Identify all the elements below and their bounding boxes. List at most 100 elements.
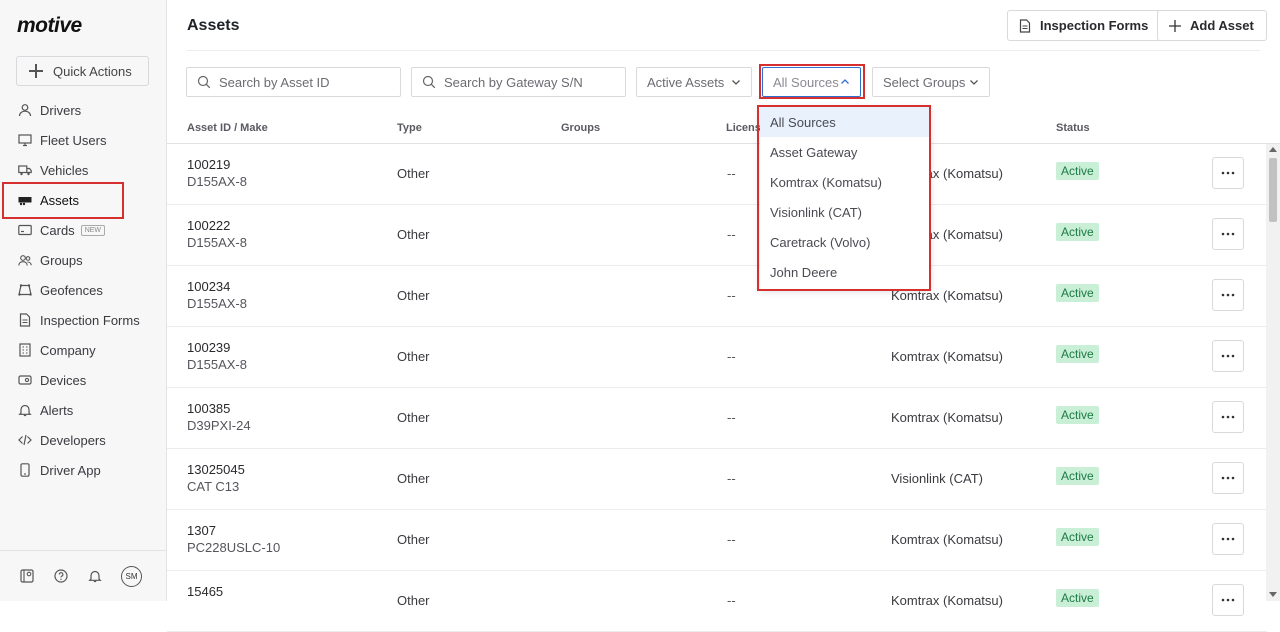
more-options-button[interactable] xyxy=(1212,218,1244,250)
search-icon xyxy=(197,75,211,89)
sidebar-item-label: Geofences xyxy=(40,282,103,298)
asset-id[interactable]: 100234 xyxy=(187,279,230,294)
gateway-search[interactable] xyxy=(411,67,626,97)
table-row[interactable]: 100222 D155AX-8 Other -- Komtrax (Komats… xyxy=(167,205,1267,266)
table-row[interactable]: 100239 D155AX-8 Other -- Komtrax (Komats… xyxy=(167,327,1267,388)
asset-make: D155AX-8 xyxy=(187,296,247,311)
asset-id-input[interactable] xyxy=(219,74,400,90)
status-badge: Active xyxy=(1056,284,1099,302)
status-badge: Active xyxy=(1056,528,1099,546)
status-badge: Active xyxy=(1056,467,1099,485)
sidebar-item-vehicles[interactable]: Vehicles xyxy=(0,155,166,185)
gateway-input[interactable] xyxy=(444,74,625,90)
groups-dropdown[interactable]: Select Groups xyxy=(872,67,990,97)
column-asset[interactable]: Asset ID / Make xyxy=(187,122,268,134)
column-groups[interactable]: Groups xyxy=(561,122,600,134)
table-row[interactable]: 1307 PC228USLC-10 Other -- Komtrax (Koma… xyxy=(167,510,1267,571)
main-content: Assets Inspection Forms Add Asset Active… xyxy=(167,0,1280,632)
notifications-bell-icon[interactable] xyxy=(87,568,103,584)
geofence-icon xyxy=(18,283,32,297)
inspection-forms-button[interactable]: Inspection Forms xyxy=(1007,10,1162,41)
column-license[interactable]: Licens xyxy=(726,122,761,134)
more-options-button[interactable] xyxy=(1212,279,1244,311)
asset-id[interactable]: 100222 xyxy=(187,218,230,233)
map-icon[interactable] xyxy=(19,568,35,584)
ellipsis-icon xyxy=(1221,537,1235,541)
asset-id[interactable]: 100385 xyxy=(187,401,230,416)
motive-logo[interactable]: motive xyxy=(17,14,82,38)
sidebar-item-label: Cards xyxy=(40,222,75,238)
asset-license: -- xyxy=(727,227,736,242)
quick-actions-label: Quick Actions xyxy=(53,63,132,79)
sidebar-item-developers[interactable]: Developers xyxy=(0,425,166,455)
asset-id[interactable]: 1307 xyxy=(187,523,216,538)
asset-type: Other xyxy=(397,288,430,303)
table-row[interactable]: 15465 Other -- Komtrax (Komatsu) Active xyxy=(167,571,1267,632)
scroll-up-arrow-icon[interactable] xyxy=(1269,147,1277,152)
avatar[interactable]: SM xyxy=(121,565,142,587)
more-options-button[interactable] xyxy=(1212,340,1244,372)
asset-source: Komtrax (Komatsu) xyxy=(891,410,1003,425)
card-icon xyxy=(18,223,32,237)
column-status[interactable]: Status xyxy=(1056,122,1090,134)
asset-table-body: 100219 D155AX-8 Other -- Komtrax (Komats… xyxy=(167,144,1267,632)
asset-id-search[interactable] xyxy=(186,67,401,97)
device-icon xyxy=(18,373,32,387)
vertical-scrollbar[interactable] xyxy=(1266,144,1280,601)
user-icon xyxy=(18,103,32,117)
asset-license: -- xyxy=(727,410,736,425)
more-options-button[interactable] xyxy=(1212,584,1244,616)
table-row[interactable]: 13025045 CAT C13 Other -- Visionlink (CA… xyxy=(167,449,1267,510)
quick-actions-button[interactable]: Quick Actions xyxy=(16,56,149,86)
scroll-thumb[interactable] xyxy=(1269,158,1277,222)
ellipsis-icon xyxy=(1221,171,1235,175)
status-badge: Active xyxy=(1056,406,1099,424)
column-type[interactable]: Type xyxy=(397,122,422,134)
sidebar-item-geofences[interactable]: Geofences xyxy=(0,275,166,305)
sidebar-item-label: Alerts xyxy=(40,402,74,418)
sidebar-item-alerts[interactable]: Alerts xyxy=(0,395,166,425)
more-options-button[interactable] xyxy=(1212,462,1244,494)
scroll-down-arrow-icon[interactable] xyxy=(1269,592,1277,597)
asset-id[interactable]: 13025045 xyxy=(187,462,245,477)
asset-license: -- xyxy=(727,349,736,364)
sidebar-item-label: Driver App xyxy=(40,462,101,478)
more-options-button[interactable] xyxy=(1212,523,1244,555)
sidebar-item-label: Devices xyxy=(40,372,87,388)
help-icon[interactable] xyxy=(53,568,69,584)
sidebar-item-label: Company xyxy=(40,342,96,358)
sidebar-item-fleet-users[interactable]: Fleet Users xyxy=(0,125,166,155)
monitor-icon xyxy=(18,133,32,147)
active-assets-dropdown[interactable]: Active Assets xyxy=(636,67,752,97)
plus-icon xyxy=(29,64,43,78)
table-header: Asset ID / Make Type Groups Licens Statu… xyxy=(167,113,1280,144)
more-options-button[interactable] xyxy=(1212,157,1244,189)
sidebar: motive Quick Actions Drivers Fleet Users… xyxy=(0,0,167,601)
sidebar-item-cards[interactable]: Cards NEW xyxy=(0,215,166,245)
add-asset-label: Add Asset xyxy=(1190,18,1254,33)
asset-make: D155AX-8 xyxy=(187,174,247,189)
sidebar-item-driver-app[interactable]: Driver App xyxy=(0,455,166,485)
asset-id[interactable]: 15465 xyxy=(187,584,223,599)
more-options-button[interactable] xyxy=(1212,401,1244,433)
asset-make: D39PXI-24 xyxy=(187,418,251,433)
sidebar-item-inspection-forms[interactable]: Inspection Forms xyxy=(0,305,166,335)
sidebar-item-groups[interactable]: Groups xyxy=(0,245,166,275)
sidebar-item-company[interactable]: Company xyxy=(0,335,166,365)
table-row[interactable]: 100385 D39PXI-24 Other -- Komtrax (Komat… xyxy=(167,388,1267,449)
chevron-down-icon xyxy=(731,77,741,87)
add-asset-button[interactable]: Add Asset xyxy=(1157,10,1267,41)
ellipsis-icon xyxy=(1221,293,1235,297)
table-row[interactable]: 100219 D155AX-8 Other -- Komtrax (Komats… xyxy=(167,144,1267,205)
asset-type: Other xyxy=(397,349,430,364)
asset-license: -- xyxy=(727,532,736,547)
status-badge: Active xyxy=(1056,345,1099,363)
plus-icon xyxy=(1168,19,1182,33)
asset-id[interactable]: 100219 xyxy=(187,157,230,172)
sidebar-item-devices[interactable]: Devices xyxy=(0,365,166,395)
sidebar-item-drivers[interactable]: Drivers xyxy=(0,95,166,125)
ellipsis-icon xyxy=(1221,476,1235,480)
table-row[interactable]: 100234 D155AX-8 Other -- Komtrax (Komats… xyxy=(167,266,1267,327)
sidebar-item-label: Developers xyxy=(40,432,106,448)
asset-id[interactable]: 100239 xyxy=(187,340,230,355)
